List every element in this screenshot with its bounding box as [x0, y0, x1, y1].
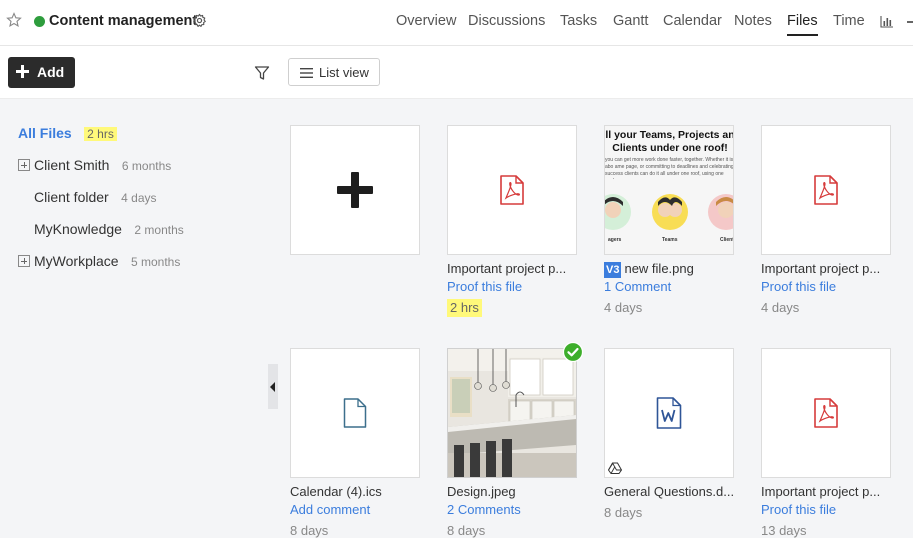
tab-files[interactable]: Files	[787, 13, 818, 29]
file-name[interactable]: V3 new file.png	[604, 260, 736, 278]
file-name[interactable]: Important project p...	[447, 260, 579, 278]
add-button-label: Add	[37, 64, 65, 80]
file-time: 13 days	[761, 523, 807, 538]
big-plus-icon	[337, 172, 373, 208]
tab-time[interactable]: Time	[833, 13, 865, 29]
sidebar-item-myworkplace[interactable]: MyWorkplace 5 months	[34, 253, 180, 271]
files-toolbar: Add List view	[0, 47, 913, 99]
plus-icon	[16, 65, 29, 78]
drive-icon	[608, 462, 622, 474]
file-card[interactable]: Important project p... Proof this file 1…	[761, 348, 891, 540]
project-title: Content management	[49, 13, 198, 29]
sidebar-item-label: MyWorkplace	[34, 253, 119, 269]
add-button[interactable]: Add	[8, 57, 75, 88]
sidebar-item-label: Client folder	[34, 189, 109, 205]
kitchen-photo	[448, 349, 576, 477]
active-tab-indicator	[787, 34, 818, 36]
file-name[interactable]: Calendar (4).ics	[290, 483, 422, 501]
sidebar-item-time: 2 months	[134, 223, 184, 237]
chart-icon[interactable]	[880, 15, 894, 28]
star-icon[interactable]	[6, 12, 22, 28]
file-thumbnail[interactable]: ll your Teams, Projects an Clients under…	[604, 125, 734, 255]
file-card[interactable]: Important project p... Proof this file 2…	[447, 125, 577, 317]
sidebar-item-client-folder[interactable]: Client folder 4 days	[34, 189, 157, 207]
add-comment-link[interactable]: Add comment	[290, 501, 420, 519]
pdf-icon	[500, 175, 524, 205]
tab-overview[interactable]: Overview	[396, 13, 456, 29]
file-card[interactable]: General Questions.d... 8 days	[604, 348, 734, 522]
file-icon	[343, 398, 367, 428]
word-icon	[656, 397, 682, 429]
comments-link[interactable]: 1 Comment	[604, 278, 734, 296]
new-file-card[interactable]	[290, 125, 420, 255]
file-card[interactable]: Design.jpeg 2 Comments 8 days	[447, 342, 583, 540]
expand-icon[interactable]	[18, 159, 30, 171]
sidebar-item-client-smith[interactable]: Client Smith 6 months	[34, 157, 171, 175]
sidebar-item-time: 2 hrs	[84, 127, 117, 141]
sidebar-item-time: 6 months	[121, 159, 172, 173]
file-time: 4 days	[604, 300, 643, 315]
file-name[interactable]: Important project p...	[761, 483, 893, 501]
file-thumbnail[interactable]	[447, 125, 577, 255]
filter-icon[interactable]	[254, 65, 270, 81]
proof-file-link[interactable]: Proof this file	[761, 278, 891, 296]
files-area: All Files 2 hrs Client Smith 6 months Cl…	[0, 99, 913, 538]
file-name[interactable]: Design.jpeg	[447, 483, 579, 501]
expand-icon[interactable]	[18, 255, 30, 267]
sidebar-item-time: 4 days	[121, 191, 157, 205]
version-badge: V3	[604, 262, 622, 278]
sidebar-item-time: 5 months	[131, 255, 181, 269]
list-view-button[interactable]: List view	[288, 58, 380, 86]
sidebar-item-label: MyKnowledge	[34, 221, 122, 237]
list-icon	[300, 68, 313, 78]
file-thumbnail[interactable]	[290, 125, 420, 255]
file-thumbnail[interactable]	[447, 342, 583, 478]
sidebar-item-myknowledge[interactable]: MyKnowledge 2 months	[34, 221, 184, 239]
file-name[interactable]: Important project p...	[761, 260, 893, 278]
file-card[interactable]: Important project p... Proof this file 4…	[761, 125, 891, 317]
proof-file-link[interactable]: Proof this file	[761, 501, 891, 519]
tab-tasks[interactable]: Tasks	[560, 13, 597, 29]
tab-discussions[interactable]: Discussions	[468, 13, 545, 29]
file-card[interactable]: Calendar (4).ics Add comment 8 days	[290, 348, 420, 540]
preview-body-text: you can get more work done faster, toget…	[605, 157, 734, 179]
check-icon	[563, 342, 583, 362]
file-time: 8 days	[604, 505, 643, 520]
file-card[interactable]: ll your Teams, Projects an Clients under…	[604, 125, 734, 317]
file-time: 4 days	[761, 300, 800, 315]
file-thumbnail[interactable]	[604, 348, 734, 478]
file-time: 8 days	[290, 523, 329, 538]
preview-headline: ll your Teams, Projects an Clients under…	[605, 129, 734, 154]
list-view-label: List view	[319, 65, 369, 80]
file-name[interactable]: General Questions.d...	[604, 483, 736, 501]
tab-gantt[interactable]: Gantt	[613, 13, 648, 29]
file-time: 2 hrs	[447, 299, 482, 317]
proof-file-link[interactable]: Proof this file	[447, 278, 577, 296]
sidebar-collapse-handle[interactable]	[268, 364, 278, 409]
file-thumbnail[interactable]	[761, 125, 891, 255]
comments-link[interactable]: 2 Comments	[447, 501, 577, 519]
project-header: Content management Overview Discussions …	[0, 0, 913, 46]
pdf-icon	[814, 398, 838, 428]
status-dot	[34, 16, 45, 27]
tab-calendar[interactable]: Calendar	[663, 13, 722, 29]
file-thumbnail[interactable]	[290, 348, 420, 478]
file-time: 8 days	[447, 523, 486, 538]
sidebar-item-label: Client Smith	[34, 157, 110, 173]
more-tabs-indicator[interactable]	[907, 21, 913, 23]
sidebar-item-all-files[interactable]: All Files 2 hrs	[18, 125, 117, 143]
pdf-icon	[814, 175, 838, 205]
file-thumbnail[interactable]	[761, 348, 891, 478]
tab-notes[interactable]: Notes	[734, 13, 772, 29]
sidebar-item-label: All Files	[18, 125, 72, 141]
gear-icon[interactable]	[192, 13, 207, 28]
